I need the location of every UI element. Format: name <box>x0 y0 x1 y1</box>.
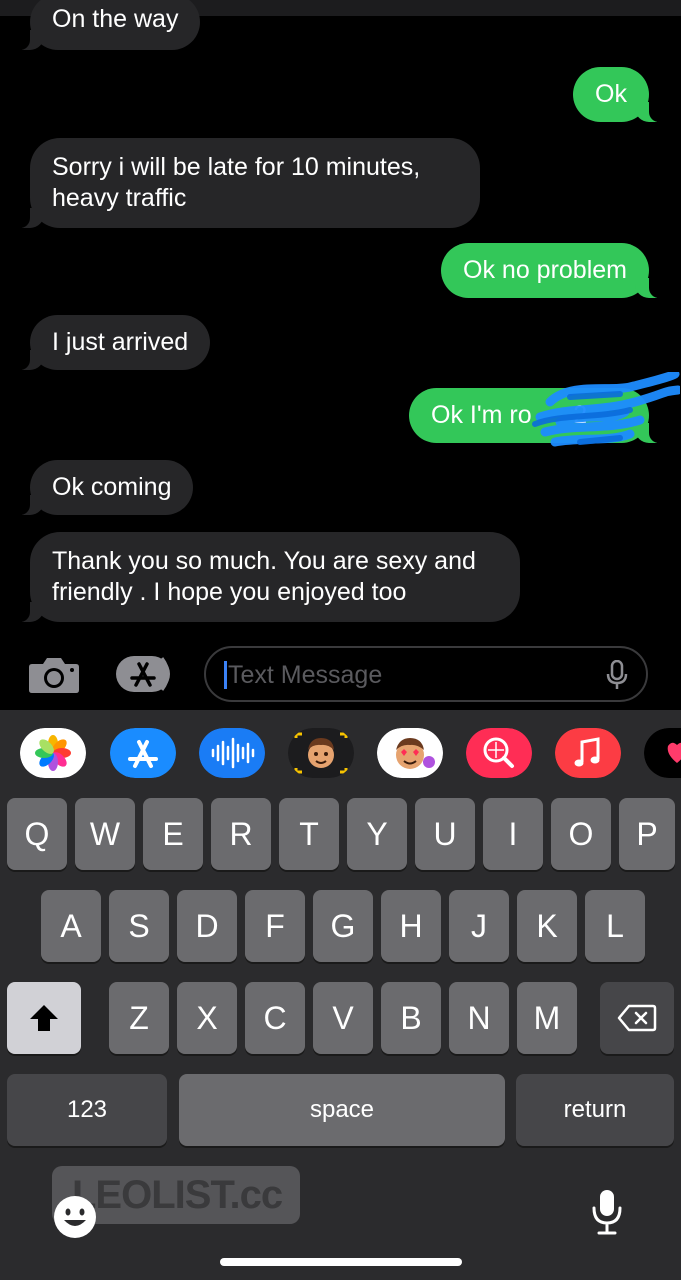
space-key[interactable]: space <box>179 1074 505 1146</box>
search-images-icon[interactable] <box>466 728 532 778</box>
app-store-icon[interactable] <box>110 728 176 778</box>
message-outgoing[interactable]: Ok no problem <box>441 243 663 298</box>
key-g[interactable]: G <box>313 890 373 962</box>
conversation: On the way Ok Sorry i will be late for 1… <box>0 0 681 640</box>
delete-icon <box>617 1004 657 1032</box>
message-incoming[interactable]: Ok coming <box>15 460 194 515</box>
key-x[interactable]: X <box>177 982 237 1054</box>
app-store-icon[interactable] <box>114 654 176 694</box>
app-drawer <box>0 710 681 790</box>
message-input-placeholder: Text Message <box>228 661 383 689</box>
key-j[interactable]: J <box>449 890 509 962</box>
camera-icon[interactable] <box>28 656 80 694</box>
key-t[interactable]: T <box>279 798 339 870</box>
digital-touch-icon[interactable] <box>644 728 681 778</box>
return-key[interactable]: return <box>516 1074 674 1146</box>
key-m[interactable]: M <box>517 982 577 1054</box>
key-v[interactable]: V <box>313 982 373 1054</box>
key-a[interactable]: A <box>41 890 101 962</box>
dictation-microphone-icon[interactable] <box>590 1188 624 1236</box>
key-z[interactable]: Z <box>109 982 169 1054</box>
message-incoming[interactable]: Sorry i will be late for 10 minutes, hea… <box>16 138 480 228</box>
key-y[interactable]: Y <box>347 798 407 870</box>
shift-icon <box>30 1005 58 1031</box>
message-input[interactable]: Text Message <box>204 646 648 702</box>
key-h[interactable]: H <box>381 890 441 962</box>
memoji-stickers-icon[interactable] <box>377 728 443 778</box>
key-q[interactable]: Q <box>7 798 67 870</box>
key-l[interactable]: L <box>585 890 645 962</box>
emoji-icon[interactable] <box>52 1194 98 1240</box>
audio-message-icon[interactable] <box>199 728 265 778</box>
key-d[interactable]: D <box>177 890 237 962</box>
key-s[interactable]: S <box>109 890 169 962</box>
text-caret <box>224 661 227 689</box>
home-indicator[interactable] <box>220 1258 462 1266</box>
key-r[interactable]: R <box>211 798 271 870</box>
key-c[interactable]: C <box>245 982 305 1054</box>
numbers-key[interactable]: 123 <box>7 1074 167 1146</box>
key-i[interactable]: I <box>483 798 543 870</box>
key-p[interactable]: P <box>619 798 675 870</box>
shift-key[interactable] <box>7 982 81 1054</box>
message-incoming[interactable]: On the way <box>15 0 201 50</box>
message-outgoing[interactable]: Ok <box>573 67 663 122</box>
key-e[interactable]: E <box>143 798 203 870</box>
key-f[interactable]: F <box>245 890 305 962</box>
key-u[interactable]: U <box>415 798 475 870</box>
keyboard: Q W E R T Y U I O P A S D F G H J K L Z … <box>0 790 681 1280</box>
input-bar: Text Message <box>0 640 681 710</box>
message-incoming[interactable]: Thank you so much. You are sexy and frie… <box>16 532 520 622</box>
key-b[interactable]: B <box>381 982 441 1054</box>
microphone-icon[interactable] <box>606 660 628 690</box>
redaction-scribble <box>532 372 680 447</box>
memoji-icon[interactable] <box>288 728 354 778</box>
key-k[interactable]: K <box>517 890 577 962</box>
photos-icon[interactable] <box>20 728 86 778</box>
key-w[interactable]: W <box>75 798 135 870</box>
music-icon[interactable] <box>555 728 621 778</box>
message-incoming[interactable]: I just arrived <box>15 315 211 370</box>
key-o[interactable]: O <box>551 798 611 870</box>
delete-key[interactable] <box>600 982 674 1054</box>
key-n[interactable]: N <box>449 982 509 1054</box>
